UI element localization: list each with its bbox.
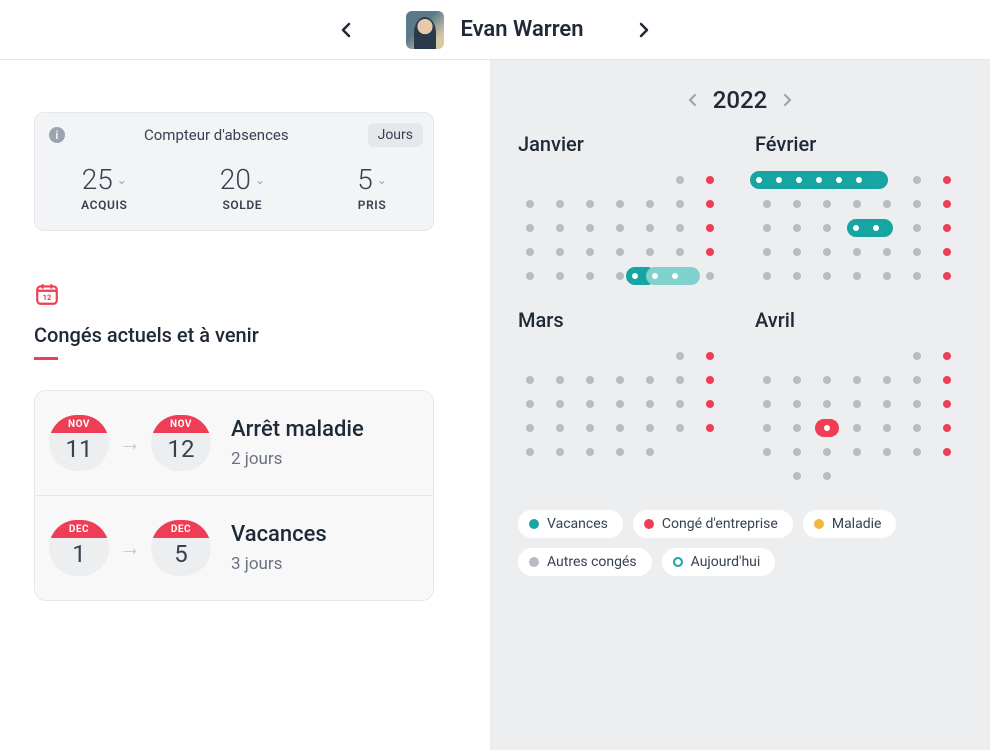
chevron-down-icon: ⌄ — [377, 173, 387, 187]
username: Evan Warren — [460, 17, 583, 42]
counter-balance[interactable]: 20⌄ SOLDE — [220, 163, 265, 212]
leave-title: Vacances — [231, 522, 327, 547]
legend-dot — [644, 519, 654, 529]
prev-user-button[interactable] — [334, 18, 358, 42]
calendar-panel: 2022 Janvier — [490, 60, 990, 750]
counter-title: Compteur d'absences — [65, 126, 368, 144]
legend: Vacances Congé d'entreprise Maladie Autr… — [490, 488, 990, 576]
year-navigator: 2022 — [490, 86, 990, 114]
date-to-badge: DEC 5 — [151, 520, 211, 576]
user-selector[interactable]: Evan Warren — [406, 11, 583, 49]
section-title: Congés actuels et à venir — [34, 323, 462, 347]
legend-dot — [529, 557, 539, 567]
legend-maladie[interactable]: Maladie — [803, 510, 897, 538]
arrow-right-icon: → — [119, 535, 141, 561]
month-april[interactable]: Avril — [755, 308, 972, 488]
month-january[interactable]: Janvier — [518, 132, 735, 288]
upcoming-leave-list: NOV 11 → NOV 12 Arrêt maladie 2 jours DE… — [34, 390, 434, 601]
leave-item[interactable]: DEC 1 → DEC 5 Vacances 3 jours — [35, 496, 433, 600]
leave-title: Arrêt maladie — [231, 417, 364, 442]
leave-item[interactable]: NOV 11 → NOV 12 Arrêt maladie 2 jours — [35, 391, 433, 496]
next-user-button[interactable] — [632, 18, 656, 42]
vacation-pill — [750, 171, 888, 189]
counter-acquired[interactable]: 25⌄ ACQUIS — [81, 163, 127, 212]
chevron-down-icon: ⌄ — [255, 173, 265, 187]
avatar — [406, 11, 444, 49]
absence-counter-card: i Compteur d'absences Jours 25⌄ ACQUIS 2… — [34, 112, 434, 231]
next-year-button[interactable] — [783, 91, 791, 110]
legend-ring-icon — [673, 557, 683, 567]
month-march[interactable]: Mars — [518, 308, 735, 488]
month-february[interactable]: Février — [755, 132, 972, 288]
leave-subtitle: 3 jours — [231, 554, 327, 574]
info-icon[interactable]: i — [49, 127, 65, 143]
left-panel: i Compteur d'absences Jours 25⌄ ACQUIS 2… — [0, 60, 490, 750]
legend-vacances[interactable]: Vacances — [518, 510, 623, 538]
unit-toggle[interactable]: Jours — [368, 123, 423, 147]
month-grid: Janvier — [490, 132, 990, 488]
section-underline — [34, 357, 58, 360]
legend-dot — [814, 519, 824, 529]
legend-dot — [529, 519, 539, 529]
arrow-right-icon: → — [119, 430, 141, 456]
leave-subtitle: 2 jours — [231, 449, 364, 469]
svg-text:12: 12 — [43, 293, 52, 302]
prev-year-button[interactable] — [689, 91, 697, 110]
legend-autres[interactable]: Autres congés — [518, 548, 652, 576]
today-marker — [815, 419, 839, 437]
date-to-badge: NOV 12 — [151, 415, 211, 471]
chevron-down-icon: ⌄ — [117, 173, 127, 187]
calendar-icon: 12 — [34, 281, 60, 307]
date-from-badge: NOV 11 — [49, 415, 109, 471]
legend-aujourdhui[interactable]: Aujourd'hui — [662, 548, 776, 576]
vacation-half-pill — [646, 267, 700, 285]
legend-conge-entreprise[interactable]: Congé d'entreprise — [633, 510, 793, 538]
vacation-pill — [847, 219, 893, 237]
year-label: 2022 — [713, 86, 768, 114]
counter-taken[interactable]: 5⌄ PRIS — [357, 163, 387, 212]
date-from-badge: DEC 1 — [49, 520, 109, 576]
header-bar: Evan Warren — [0, 0, 990, 60]
